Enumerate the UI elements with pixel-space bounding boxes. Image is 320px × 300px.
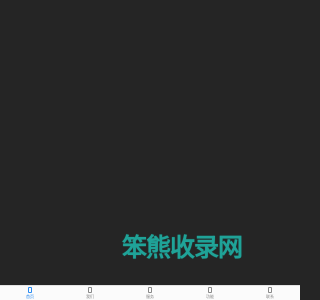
tab-home[interactable]: 首页 [0,286,60,300]
phone-icon [208,287,212,293]
tab-features[interactable]: 功能 [180,286,240,300]
tab-services[interactable]: 服务 [120,286,180,300]
phone-icon [148,287,152,293]
tab-contact[interactable]: 联系 [240,286,300,300]
tab-label: 服务 [146,294,154,299]
tab-label: 我们 [86,294,94,299]
tab-about[interactable]: 我们 [60,286,120,300]
phone-icon [88,287,92,293]
tab-label: 联系 [266,294,274,299]
tab-label: 功能 [206,294,214,299]
bottom-tab-bar: 首页 我们 服务 功能 联系 [0,285,300,300]
site-logo-text: 笨熊收录网 [122,233,243,262]
tab-label: 首页 [26,294,34,299]
app-screen: 笨熊收录网 首页 我们 服务 功能 联系 [0,0,300,300]
phone-icon [28,287,32,293]
phone-icon [268,287,272,293]
